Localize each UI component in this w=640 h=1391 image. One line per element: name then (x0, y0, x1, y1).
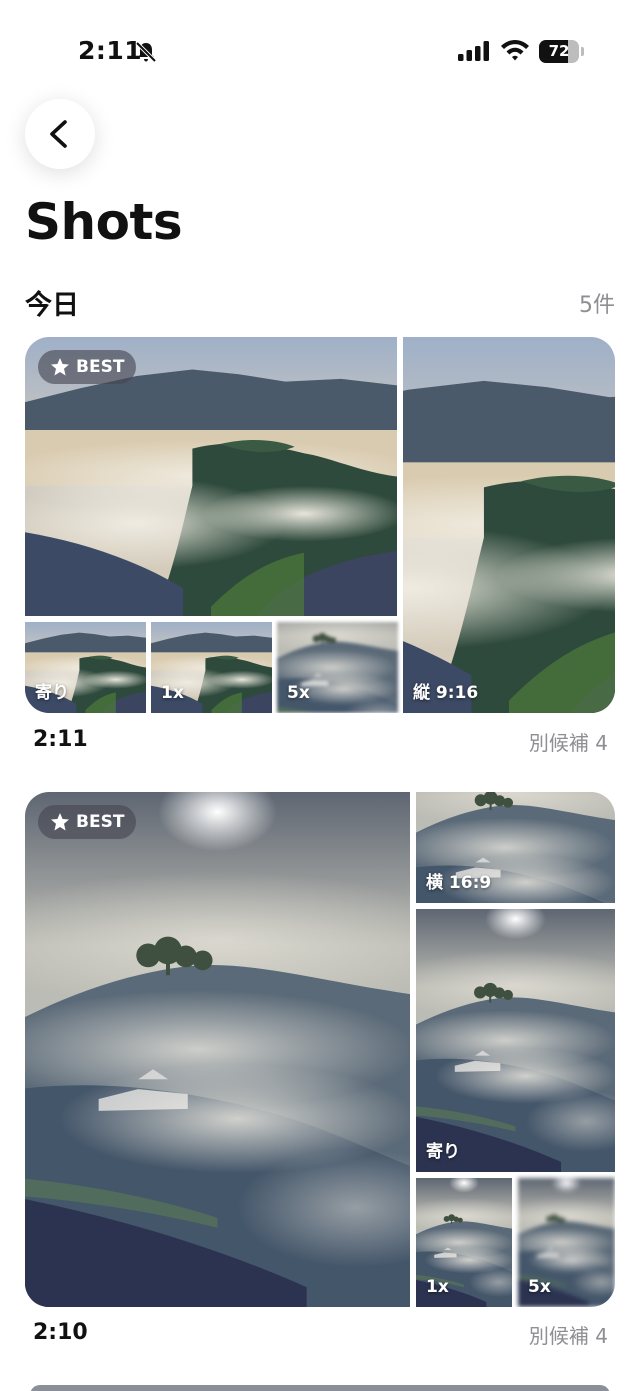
battery-indicator: 72 (539, 40, 585, 63)
photo-tile[interactable]: 横 16:9 (416, 792, 615, 903)
status-bar: 2:11 72 (0, 0, 640, 100)
page-title: Shots (25, 193, 183, 251)
section-count: 5件 (579, 293, 615, 318)
next-group-peek[interactable] (30, 1385, 610, 1391)
tile-label: 縦 9:16 (413, 683, 479, 703)
photo-tile[interactable]: 1x (151, 622, 272, 713)
shot-group[interactable]: BEST 寄り 1x 5x 縦 9:16 (25, 337, 615, 713)
photo-tile[interactable]: 縦 9:16 (403, 337, 615, 713)
best-photo-tile[interactable]: BEST (25, 792, 410, 1307)
star-icon (51, 813, 69, 831)
alternates-count[interactable]: 別候補 4 (529, 727, 608, 756)
back-button[interactable] (25, 99, 95, 169)
tile-label: 1x (161, 683, 184, 703)
best-photo-tile[interactable]: BEST (25, 337, 397, 616)
alternates-count[interactable]: 別候補 4 (529, 1320, 608, 1349)
section-title: 今日 (25, 290, 79, 321)
battery-percent: 72 (548, 42, 570, 60)
photo-tile[interactable]: 1x (416, 1178, 512, 1307)
best-badge: BEST (38, 350, 137, 384)
best-label: BEST (76, 812, 125, 832)
bell-slash-icon (135, 41, 157, 63)
best-label: BEST (76, 357, 125, 377)
tile-label: 横 16:9 (426, 873, 492, 893)
status-time: 2:11 (78, 36, 143, 65)
tile-label: 寄り (426, 1142, 460, 1162)
tile-label: 5x (287, 683, 310, 703)
shot-group[interactable]: BEST 横 16:9 寄り 1x 5x (25, 792, 615, 1307)
photo-tile[interactable]: 寄り (25, 622, 146, 713)
section-header: 今日 5件 (25, 283, 615, 321)
photo-tile[interactable]: 寄り (416, 909, 615, 1172)
tile-label: 5x (528, 1277, 551, 1297)
group-meta: 2:11 別候補 4 (25, 727, 608, 757)
tile-label: 1x (426, 1277, 449, 1297)
group-time: 2:10 (33, 1320, 88, 1345)
tile-label: 寄り (35, 683, 69, 703)
chevron-left-icon (50, 120, 67, 148)
best-badge: BEST (38, 805, 137, 839)
wifi-icon (501, 40, 529, 61)
group-time: 2:11 (33, 727, 88, 752)
cellular-signal-icon (458, 41, 489, 61)
group-meta: 2:10 別候補 4 (25, 1320, 608, 1350)
star-icon (51, 358, 69, 376)
